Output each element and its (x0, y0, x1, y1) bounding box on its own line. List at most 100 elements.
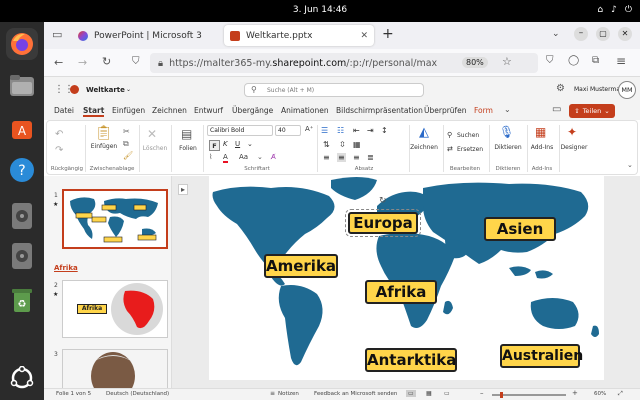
notes-icon[interactable]: ≡ (270, 390, 275, 397)
font-highlight-icon[interactable]: ⌄ (257, 153, 263, 161)
designer-button[interactable]: Designer (557, 144, 591, 151)
comments-icon[interactable]: ▭ (552, 104, 561, 115)
justify-icon[interactable]: ≣ (367, 153, 374, 162)
show-apps-icon[interactable] (6, 362, 38, 394)
numbering-icon[interactable]: ☷ (337, 126, 344, 135)
clear-format-icon[interactable]: A̸ (271, 153, 276, 161)
replace-icon[interactable]: ⇄ (447, 145, 453, 153)
shield-icon[interactable]: ⛉ (132, 56, 140, 67)
slide-thumbnail-2[interactable]: Afrika (62, 280, 168, 338)
files-icon[interactable] (6, 70, 38, 102)
ribbon-collapse-icon[interactable]: ⌄ (627, 161, 633, 169)
microphone-icon[interactable]: 🎙︎ (499, 125, 514, 139)
avatar[interactable]: MM (618, 81, 636, 99)
font-color-icon[interactable]: A (223, 153, 228, 163)
dictate-button[interactable]: Diktieren (491, 144, 525, 151)
list-tabs-icon[interactable]: ⌄ (552, 29, 560, 39)
firefox-icon[interactable] (6, 28, 38, 60)
reading-view-icon[interactable]: ▭ (444, 390, 450, 397)
label-amerika[interactable]: Amerika (264, 254, 338, 278)
pocket-icon[interactable]: ⛉ (546, 55, 554, 66)
system-clock[interactable]: 3. Jun 14:46 (0, 5, 640, 15)
line-spacing-icon[interactable]: ↕ (381, 126, 388, 135)
close-tab-icon[interactable]: ✕ (360, 31, 368, 41)
draw-button[interactable]: Zeichnen (407, 144, 441, 151)
slide-thumbnail-1[interactable] (62, 189, 168, 249)
tab-weltkarte[interactable]: Weltkarte.pptx ✕ (224, 25, 374, 46)
align-text-icon[interactable]: ⇳ (339, 140, 346, 149)
paste-button[interactable]: Einfügen (89, 143, 119, 150)
find-button[interactable]: Suchen (457, 132, 479, 139)
underline-icon[interactable]: U (235, 140, 240, 148)
tab-datei[interactable]: Datei (54, 106, 74, 115)
label-afrika[interactable]: Afrika (365, 280, 437, 304)
slide-thumbnail-3[interactable] (62, 349, 168, 389)
italic-icon[interactable]: K (223, 140, 228, 148)
convert-smartart-icon[interactable]: ▦ (353, 140, 361, 149)
addins-icon[interactable]: ▦ (535, 125, 546, 139)
tab-overview-icon[interactable]: ▭ (52, 28, 62, 41)
slide-canvas[interactable]: Europa ↻ Asien Amerika Afrika Antarktika… (209, 176, 604, 380)
label-australien[interactable]: Australien (500, 344, 583, 368)
minimize-window-icon[interactable]: – (574, 27, 588, 41)
addins-button[interactable]: Add-Ins (527, 144, 557, 151)
normal-view-icon[interactable]: ▭ (406, 390, 416, 397)
text-effects-icon[interactable]: ⌇ (209, 153, 212, 161)
account-icon[interactable]: ◯ (568, 55, 579, 66)
tab-animationen[interactable]: Animationen (281, 106, 329, 115)
align-left-icon[interactable]: ≡ (323, 153, 330, 162)
redo-icon[interactable]: ↷ (55, 145, 63, 156)
slides-icon[interactable]: ▤ (181, 127, 192, 141)
fit-slide-icon[interactable]: ⤢ (618, 390, 623, 398)
decrease-indent-icon[interactable]: ⇤ (353, 126, 360, 135)
zoom-out-icon[interactable]: – (480, 389, 484, 397)
settings-gear-icon[interactable]: ⚙ (556, 83, 565, 94)
rotate-handle-icon[interactable]: ↻ (379, 196, 387, 206)
file-name[interactable]: Weltkarte (86, 86, 125, 94)
text-direction-icon[interactable]: ⇅ (323, 140, 330, 149)
tab-bildschirmpraesentation[interactable]: Bildschirmpräsentation (336, 106, 423, 115)
increase-indent-icon[interactable]: ⇥ (367, 126, 374, 135)
section-title[interactable]: Afrika (54, 264, 78, 272)
feedback-link[interactable]: Feedback an Microsoft senden (314, 391, 397, 397)
label-antarktika[interactable]: Antarktika (365, 348, 457, 372)
find-icon[interactable]: ⚲ (447, 131, 452, 139)
tab-powerpoint[interactable]: PowerPoint | Microsoft 3 (72, 25, 216, 46)
disk-drive-icon-2[interactable] (6, 240, 38, 272)
new-tab-icon[interactable]: + (382, 26, 394, 42)
disk-drive-icon[interactable] (6, 200, 38, 232)
bullets-icon[interactable]: ☰ (321, 126, 328, 135)
system-tray[interactable]: ⌂ ♪ ⏻ (597, 5, 632, 15)
slide-sorter-icon[interactable]: ▦ (426, 390, 432, 397)
search-input[interactable]: ⚲ Suche (Alt + M) (244, 83, 424, 97)
software-center-icon[interactable]: A (6, 112, 38, 144)
delete-button[interactable]: Löschen (141, 145, 169, 152)
thumbnails-toggle-icon[interactable]: ▸ (178, 184, 189, 195)
font-name-select[interactable]: Calibri Bold (207, 125, 273, 136)
bold-icon[interactable]: F (209, 140, 220, 151)
shapes-icon[interactable]: ◭ (419, 125, 429, 140)
tab-form[interactable]: Form (474, 106, 493, 115)
help-icon[interactable]: ? (6, 154, 38, 186)
undo-icon[interactable]: ↶ (55, 129, 63, 140)
designer-icon[interactable]: ✦ (567, 125, 577, 139)
file-menu-chevron-icon[interactable]: ⌄ (126, 86, 131, 93)
zoom-level[interactable]: 80% (462, 57, 488, 68)
more-tabs-icon[interactable]: ⌄ (504, 105, 511, 114)
tab-zeichnen[interactable]: Zeichnen (152, 106, 187, 115)
font-size-select[interactable]: 40 (275, 125, 301, 136)
align-center-icon[interactable]: ≡ (337, 153, 346, 162)
tab-start[interactable]: Start (83, 106, 105, 117)
maximize-window-icon[interactable]: ▢ (596, 27, 610, 41)
copy-icon[interactable]: ⧉ (123, 139, 129, 149)
cut-icon[interactable]: ✂ (123, 127, 130, 136)
tab-einfuegen[interactable]: Einfügen (112, 106, 145, 115)
zoom-slider-thumb[interactable] (500, 392, 503, 398)
format-painter-icon[interactable]: 🖌︎ (123, 151, 133, 160)
reload-icon[interactable]: ↻ (102, 55, 111, 68)
grow-font-icon[interactable]: A⁺ (305, 125, 313, 133)
label-europa[interactable]: Europa (345, 209, 421, 237)
paste-icon[interactable]: 📋︎ (95, 125, 113, 141)
share-button[interactable]: ⇪ Teilen ⌄ (569, 104, 615, 118)
extensions-icon[interactable]: ⧉ (592, 55, 599, 66)
